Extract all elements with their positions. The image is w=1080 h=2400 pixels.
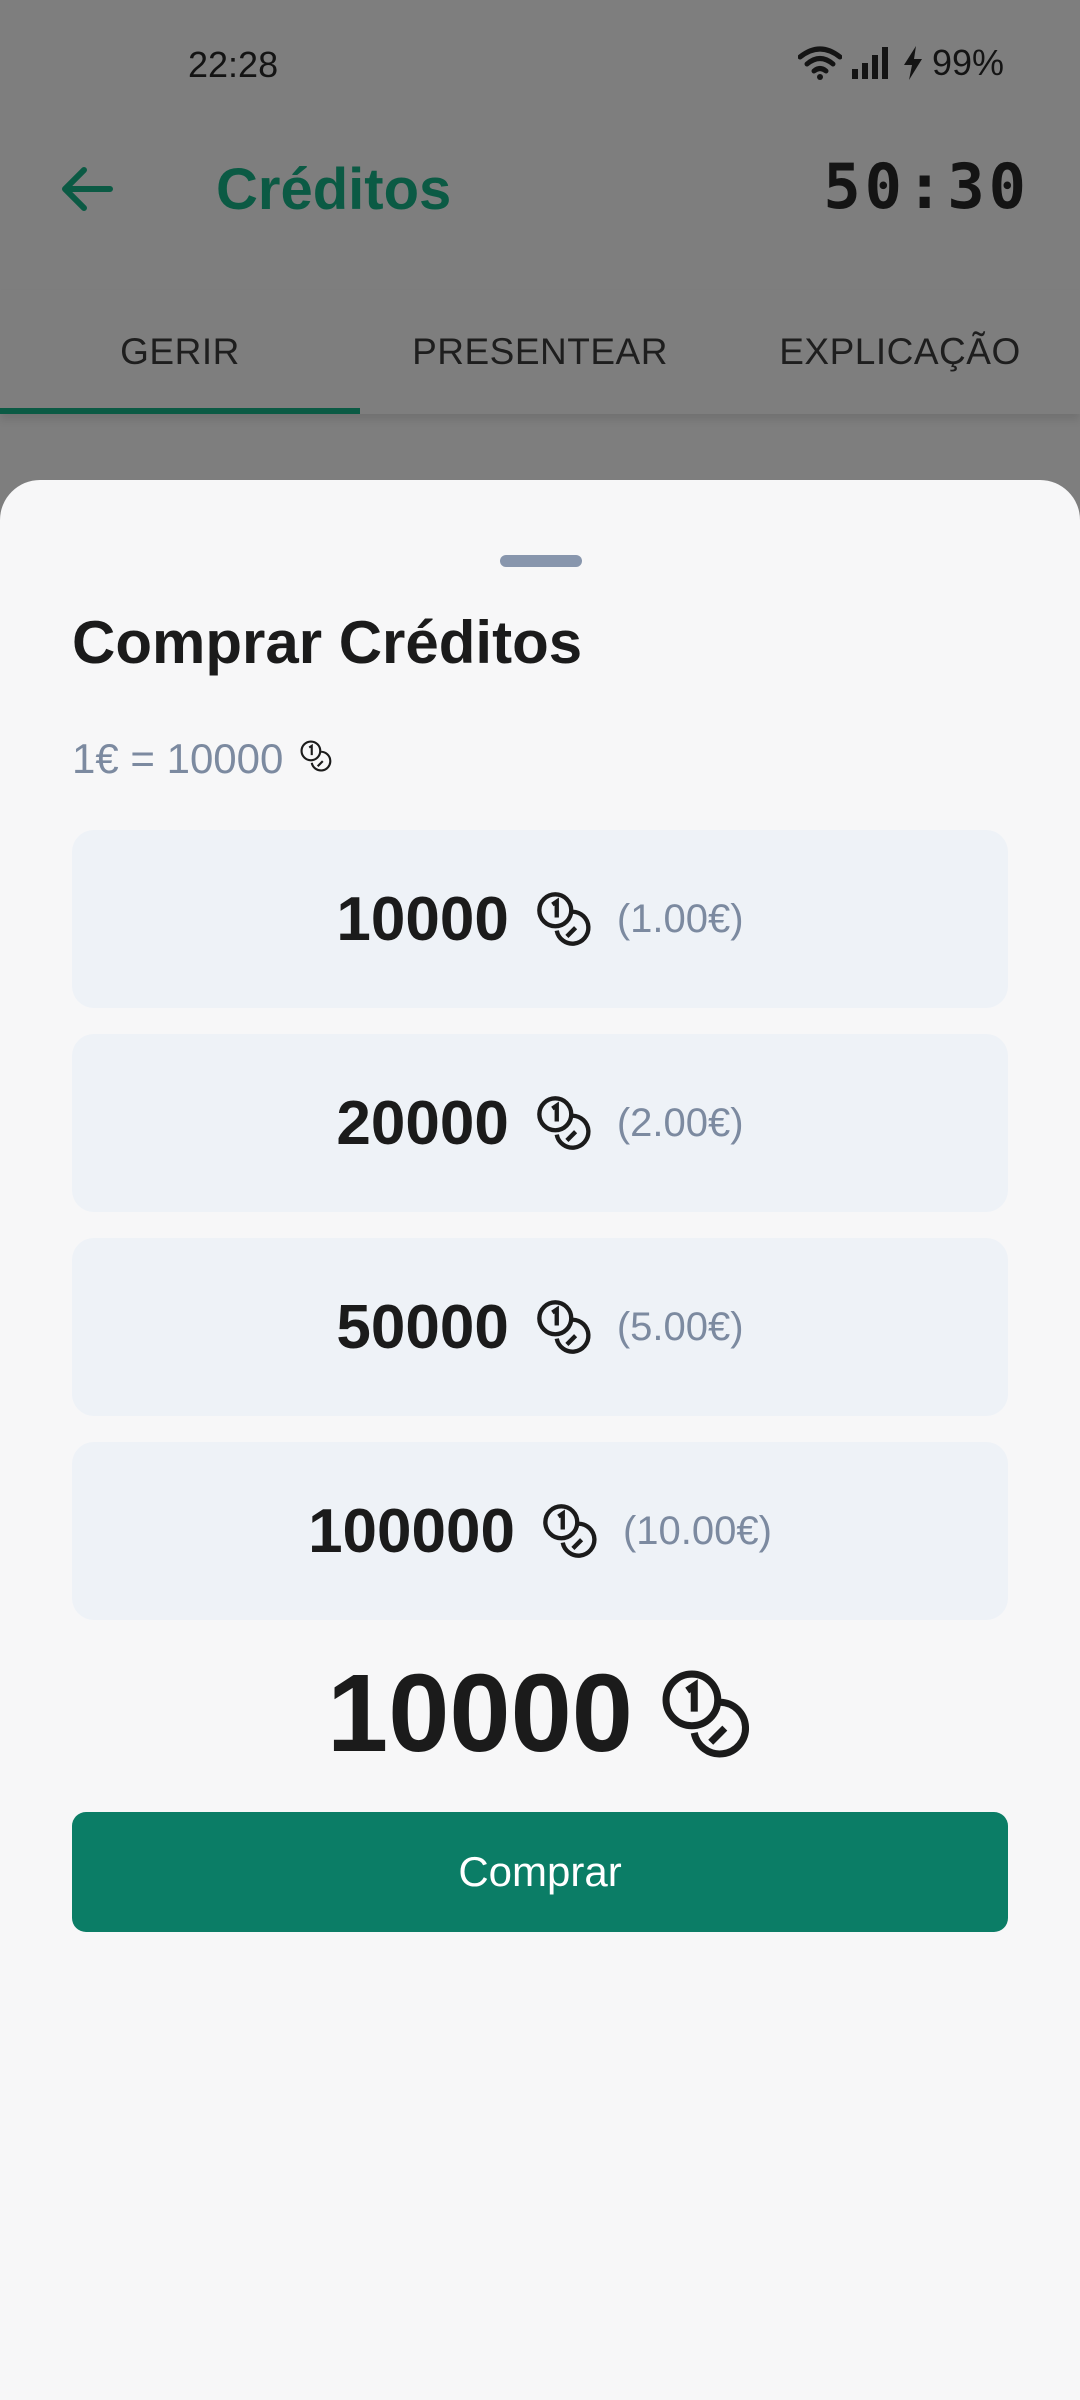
credit-option[interactable]: 10000 (1.00€) — [72, 830, 1008, 1008]
battery-percent: 99% — [931, 42, 1004, 83]
credit-option[interactable]: 100000 (10.00€) — [72, 1442, 1008, 1620]
selected-credits: 10000 — [0, 1650, 1080, 1777]
option-price: (1.00€) — [616, 896, 744, 941]
back-button[interactable] — [52, 156, 122, 226]
buy-credits-sheet: Comprar Créditos 1€ = 10000 10000 (1.00€… — [0, 480, 1080, 2400]
coins-icon — [535, 890, 593, 948]
coins-icon — [299, 735, 333, 783]
option-amount: 10000 — [336, 884, 509, 954]
status-time: 22:28 — [188, 44, 279, 85]
option-price: (10.00€) — [622, 1508, 772, 1553]
credit-option[interactable]: 20000 (2.00€) — [72, 1034, 1008, 1212]
tab-presentear[interactable]: PRESENTEAR — [360, 290, 720, 414]
option-amount: 20000 — [336, 1088, 509, 1158]
option-amount: 50000 — [336, 1292, 509, 1362]
sheet-title: Comprar Créditos — [72, 609, 583, 676]
page-title: Créditos — [216, 157, 452, 222]
status-icons: 99% — [797, 42, 1004, 84]
exchange-rate: 1€ = 10000 — [72, 735, 333, 783]
credit-option[interactable]: 50000 (5.00€) — [72, 1238, 1008, 1416]
coins-icon — [535, 1094, 593, 1152]
coins-icon — [541, 1502, 599, 1560]
session-timer: 50:30 — [823, 150, 1030, 223]
tab-gerir[interactable]: GERIR — [0, 290, 360, 414]
option-amount: 100000 — [308, 1496, 515, 1566]
exchange-rate-text: 1€ = 10000 — [72, 735, 284, 782]
signal-icon — [850, 45, 894, 81]
status-bar: 22:28 99% — [0, 0, 1080, 130]
tab-explicacao[interactable]: EXPLICAÇÃO — [720, 290, 1080, 414]
credit-options: 10000 (1.00€) 20000 (2.00€) 50000 (5.00€… — [72, 830, 1008, 1646]
option-price: (2.00€) — [616, 1100, 744, 1145]
tab-bar: GERIR PRESENTEAR EXPLICAÇÃO — [0, 290, 1080, 414]
drag-handle[interactable] — [500, 555, 582, 567]
option-price: (5.00€) — [616, 1304, 744, 1349]
charging-icon — [902, 45, 924, 81]
coins-icon — [535, 1298, 593, 1356]
coins-icon — [659, 1667, 753, 1761]
app-header: Créditos 50:30 — [0, 130, 1080, 250]
arrow-left-icon — [60, 166, 114, 217]
wifi-icon — [797, 45, 842, 81]
selected-amount: 10000 — [327, 1652, 633, 1775]
buy-button[interactable]: Comprar — [72, 1812, 1008, 1932]
